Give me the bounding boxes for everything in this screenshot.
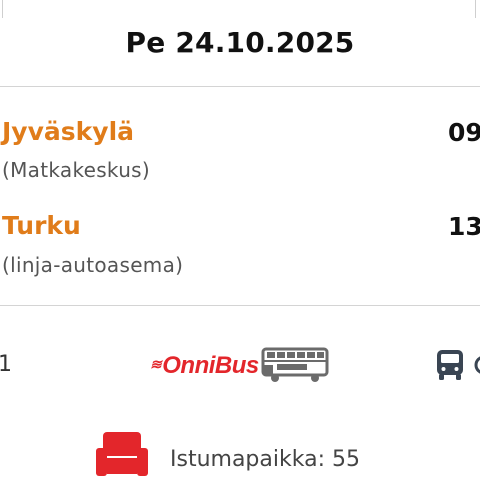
edge-partial-icon <box>474 356 480 374</box>
brand-swoosh-icon: ≋ <box>150 356 162 372</box>
departure-time: 09 <box>448 118 480 147</box>
route-divider <box>0 305 480 306</box>
bus-front-icon <box>437 350 463 380</box>
top-edge-left <box>2 0 3 18</box>
seat-icon <box>96 432 148 476</box>
departure-city: Jyväskylä <box>2 117 135 146</box>
arrival-city: Turku <box>2 211 81 240</box>
departure-station: (Matkakeskus) <box>2 158 151 182</box>
brand-name: OnniBus <box>162 352 259 379</box>
arrival-time: 13 <box>448 212 480 241</box>
left-number: 1 <box>0 352 12 377</box>
header-divider <box>0 86 480 87</box>
trip-date: Pe 24.10.2025 <box>125 26 355 59</box>
seat-number: Istumapaikka: 55 <box>170 447 360 472</box>
arrival-station: (linja-autoasema) <box>2 253 184 277</box>
onnibus-logo: ≋OnniBus <box>150 352 259 380</box>
double-decker-bus-icon <box>261 347 329 382</box>
top-edge-right <box>475 0 476 18</box>
